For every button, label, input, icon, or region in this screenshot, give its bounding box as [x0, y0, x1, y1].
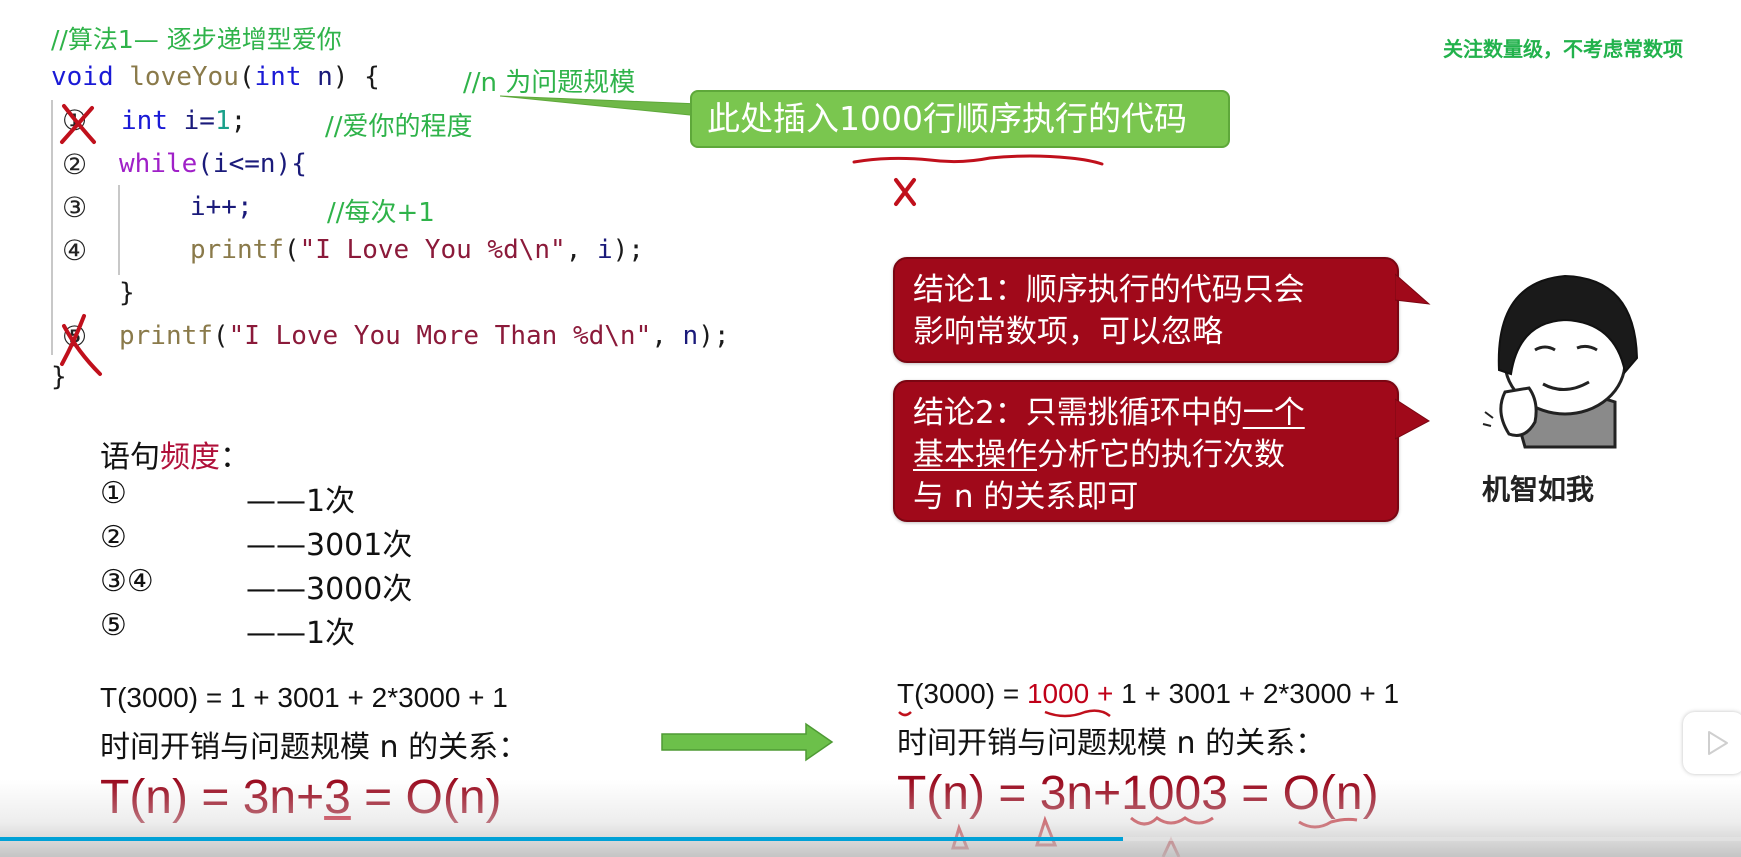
paren: (	[283, 235, 300, 265]
paren-close: );	[612, 235, 644, 265]
conclusion-2-line2: 基本操作分析它的执行次数	[913, 434, 1379, 476]
conclusion-label: 结论1：	[913, 272, 1026, 308]
conclusion-2-line3: 与 n 的关系即可	[913, 479, 1139, 515]
code-line-1: int i=1;	[121, 106, 246, 136]
param-n: n	[317, 62, 333, 92]
fn-printf: printf	[119, 321, 213, 351]
gutter-line-outer	[51, 100, 53, 355]
red-cross-mark-icon	[60, 104, 96, 144]
comma: ,	[565, 235, 597, 265]
line-marker-2: ②	[62, 148, 88, 181]
paren: (	[212, 321, 229, 351]
handwritten-annotation	[898, 709, 1358, 857]
frequency-title: 语句频度：	[100, 432, 250, 476]
video-progress-fill	[0, 837, 1123, 841]
code-title-comment: //算法1— 逐步递增型爱你	[51, 25, 342, 54]
callout-pointer	[500, 95, 700, 117]
line-marker-3: ③	[62, 191, 88, 224]
frequency-marker: ②	[100, 520, 127, 555]
var-n: n	[682, 321, 699, 351]
meme-caption: 机智如我	[1482, 473, 1595, 506]
fn-loveyou: loveYou	[129, 62, 239, 92]
kw-int: int	[121, 106, 168, 136]
frequency-count: ——3000次	[246, 572, 413, 607]
code-signature: void loveYou(int n) {	[51, 62, 380, 92]
bilibili-tv-icon[interactable]	[1683, 712, 1741, 774]
code-line-5: printf("I Love You More Than %d\n", n);	[119, 321, 730, 351]
code-closing-brace: }	[51, 362, 67, 392]
frequency-marker: ③④	[100, 564, 154, 599]
num-literal: 1	[214, 106, 231, 136]
callout-tail	[1395, 398, 1430, 440]
left-relation-label: 时间开销与问题规模 n 的关系：	[100, 730, 529, 765]
frequency-count: ——1次	[246, 484, 356, 519]
code-line-4: printf("I Love You %d\n", i);	[190, 235, 644, 265]
var-i: i	[597, 235, 613, 265]
conclusion-text: 顺序执行的代码只会	[1025, 272, 1305, 308]
code-text: i=	[183, 106, 215, 136]
conclusion-2-callout: 结论2：只需挑循环中的一个 基本操作分析它的执行次数 与 n 的关系即可	[893, 380, 1399, 522]
paren-close: );	[698, 321, 730, 351]
code-line-2: while(i<=n){	[119, 149, 307, 179]
conclusion-1-line1: 结论1：顺序执行的代码只会	[913, 269, 1379, 311]
top-note: 关注数量级，不考虑常数项	[1443, 37, 1683, 61]
kw-void: void	[51, 62, 114, 92]
paren: (	[238, 62, 255, 92]
frequency-count: ——1次	[246, 616, 356, 651]
underlined-text: 一个	[1242, 395, 1305, 431]
meme-face-icon	[1482, 274, 1639, 449]
eq-underlined: 3	[324, 771, 351, 824]
conclusion-2-line1: 结论2：只需挑循环中的一个	[913, 392, 1379, 434]
left-t3000-equation: T(3000) = 1 + 3001 + 2*3000 + 1	[100, 682, 508, 713]
comma: ,	[651, 321, 683, 351]
eq-part: = O(n)	[350, 771, 502, 824]
string-literal: "I Love You More Than %d\n"	[228, 321, 652, 351]
string-literal: "I Love You %d\n"	[299, 235, 566, 265]
line-marker-4: ④	[62, 234, 88, 267]
code-comment-3: //每次+1	[327, 198, 435, 228]
kw-while: while	[119, 149, 198, 179]
code-line-3: i++;	[190, 192, 253, 222]
right-arrow-icon	[661, 722, 834, 762]
play-icon	[1708, 731, 1728, 755]
video-progress-bar[interactable]	[0, 837, 1741, 841]
conclusion-label: 结论2：	[913, 395, 1026, 431]
frequency-count: ——3001次	[246, 528, 413, 563]
handwritten-annotation	[852, 154, 1104, 206]
conclusion-1-callout: 结论1：顺序执行的代码只会 影响常数项，可以忽略	[893, 257, 1399, 363]
underlined-text: 基本操作	[913, 437, 1037, 473]
gutter-line-inner	[118, 185, 120, 275]
conclusion-1-line2: 影响常数项，可以忽略	[913, 314, 1223, 350]
conclusion-text: 只需挑循环中的	[1025, 395, 1243, 431]
green-callout: 此处插入1000行顺序执行的代码	[690, 90, 1230, 148]
left-big-equation: T(n) = 3n+3 = O(n)	[100, 770, 502, 825]
kw-int: int	[254, 62, 302, 92]
colon: ：	[220, 440, 250, 475]
frequency-marker: ①	[100, 476, 127, 511]
frequency-marker: ⑤	[100, 608, 127, 643]
frequency-highlight: 频度	[160, 440, 220, 475]
code-text: (i<=n){	[197, 149, 307, 179]
conclusion-text: 分析它的执行次数	[1037, 437, 1285, 473]
code-comment-1: //爱你的程度	[325, 112, 473, 142]
eq-part: T(n) = 3n+	[100, 771, 325, 824]
sig-rest: ) {	[332, 62, 380, 92]
fn-printf: printf	[190, 235, 284, 265]
code-line-brace: }	[119, 278, 135, 308]
callout-tail	[1395, 273, 1431, 305]
semicolon: ;	[230, 106, 247, 136]
frequency-title-text: 语句	[100, 440, 160, 475]
